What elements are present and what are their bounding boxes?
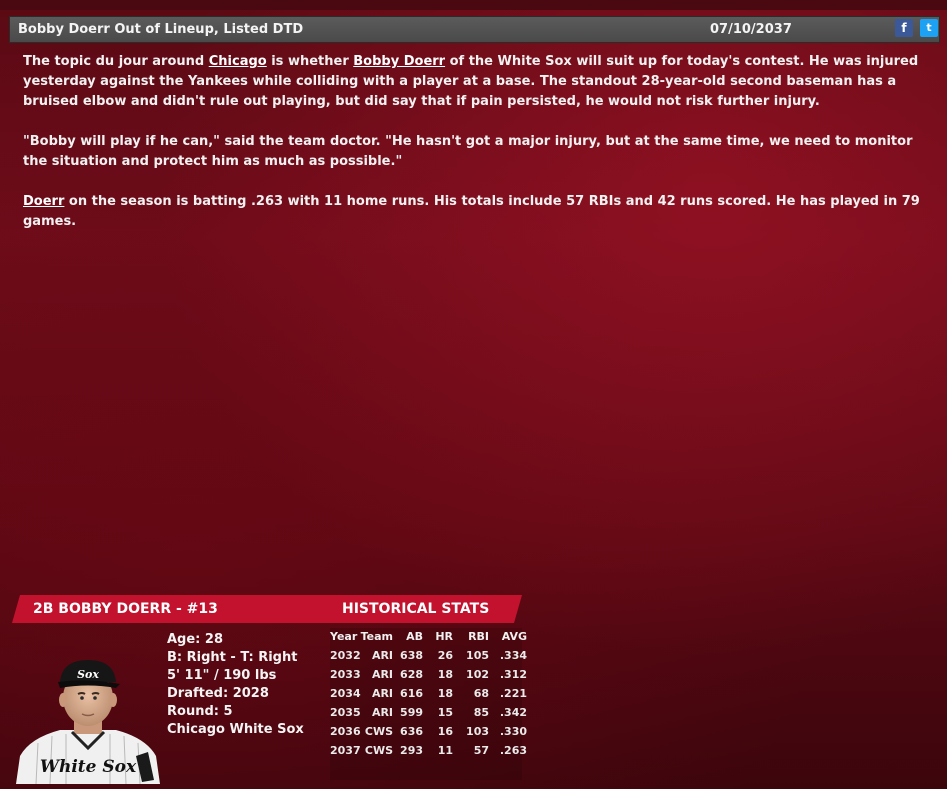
bio-bats-throws: B: Right - T: Right: [167, 650, 298, 665]
stat-team: ARI: [371, 687, 394, 700]
stat-year: 2037: [330, 744, 361, 757]
stats-header-row: Year Team AB HR RBI AVG: [328, 627, 527, 646]
stat-hr: 18: [437, 687, 454, 700]
twitter-icon[interactable]: t: [920, 19, 938, 37]
column-header-avg[interactable]: AVG: [489, 627, 527, 646]
stat-team: CWS: [364, 744, 394, 757]
article-text: is whether: [266, 54, 354, 69]
player-link-bobby-doerr[interactable]: Bobby Doerr: [353, 54, 445, 69]
cap-logo: Sox: [77, 668, 99, 681]
stat-ab: 599: [400, 706, 424, 719]
article-text: on the season is batting .263 with 11 ho…: [23, 194, 920, 229]
stats-row: 2035 ARI 599 15 85 .342: [328, 703, 527, 722]
bio-age: Age: 28: [167, 632, 223, 647]
top-strip: [0, 0, 947, 10]
stats-row: 2036 CWS 636 16 103 .330: [328, 722, 527, 741]
player-bio: Age: 28 B: Right - T: Right 5' 11" / 190…: [167, 631, 304, 739]
stat-hr: 16: [437, 725, 454, 738]
stat-rbi: 103: [466, 725, 490, 738]
stat-ab: 636: [400, 725, 424, 738]
bio-drafted: Drafted: 2028: [167, 686, 269, 701]
stat-avg: .221: [499, 687, 528, 700]
stat-ab: 628: [400, 668, 424, 681]
bio-round: Round: 5: [167, 704, 233, 719]
stat-avg: .330: [499, 725, 528, 738]
stat-rbi: 102: [466, 668, 490, 681]
stat-avg: .263: [499, 744, 528, 757]
column-header-team[interactable]: Team: [361, 627, 393, 646]
stat-hr: 26: [437, 649, 454, 662]
stat-year: 2032: [330, 649, 361, 662]
article-body: The topic du jour around Chicago is whet…: [23, 52, 935, 252]
stat-team: ARI: [371, 668, 394, 681]
player-photo[interactable]: White Sox Sox: [16, 648, 160, 784]
historical-stats-header: HISTORICAL STATS: [342, 601, 490, 617]
column-header-hr[interactable]: HR: [423, 627, 453, 646]
player-name-header[interactable]: 2B BOBBY DOERR - #13: [33, 601, 218, 617]
player-card-header: 2B BOBBY DOERR - #13 HISTORICAL STATS: [12, 595, 522, 623]
article-paragraph-2: "Bobby will play if he can," said the te…: [23, 134, 913, 169]
stats-row: 2034 ARI 616 18 68 .221: [328, 684, 527, 703]
stats-row: 2033 ARI 628 18 102 .312: [328, 665, 527, 684]
headline-bar: Bobby Doerr Out of Lineup, Listed DTD 07…: [9, 16, 940, 43]
stat-team: ARI: [371, 706, 394, 719]
team-link-chicago[interactable]: Chicago: [209, 54, 267, 69]
stat-rbi: 105: [466, 649, 490, 662]
stat-year: 2034: [330, 687, 361, 700]
headline-title: Bobby Doerr Out of Lineup, Listed DTD: [18, 22, 304, 37]
stats-row: 2032 ARI 638 26 105 .334: [328, 646, 527, 665]
column-header-ab[interactable]: AB: [393, 627, 423, 646]
stat-ab: 616: [400, 687, 424, 700]
player-link-doerr[interactable]: Doerr: [23, 194, 64, 209]
stat-avg: .334: [499, 649, 528, 662]
stat-hr: 18: [437, 668, 454, 681]
column-header-rbi[interactable]: RBI: [453, 627, 489, 646]
bio-height-weight: 5' 11" / 190 lbs: [167, 668, 277, 683]
stat-team: ARI: [371, 649, 394, 662]
headline-date: 07/10/2037: [710, 22, 792, 37]
stat-rbi: 57: [473, 744, 490, 757]
stat-avg: .342: [499, 706, 528, 719]
stat-year: 2033: [330, 668, 361, 681]
stats-row: 2037 CWS 293 11 57 .263: [328, 741, 527, 760]
stat-ab: 293: [400, 744, 424, 757]
article-text: The topic du jour around: [23, 54, 209, 69]
stat-ab: 638: [400, 649, 424, 662]
jersey-text: White Sox: [40, 757, 137, 777]
stat-rbi: 85: [473, 706, 490, 719]
stat-avg: .312: [499, 668, 528, 681]
bio-team[interactable]: Chicago White Sox: [167, 721, 304, 739]
stat-rbi: 68: [473, 687, 490, 700]
facebook-icon[interactable]: f: [895, 19, 913, 37]
stat-hr: 15: [437, 706, 454, 719]
column-header-year[interactable]: Year: [328, 627, 361, 646]
article-paragraph-3: Doerr on the season is batting .263 with…: [23, 192, 935, 232]
article-paragraph-1: The topic du jour around Chicago is whet…: [23, 52, 935, 112]
stat-hr: 11: [437, 744, 454, 757]
historical-stats-table: Year Team AB HR RBI AVG 2032 ARI 638 26 …: [328, 627, 527, 760]
stat-year: 2035: [330, 706, 361, 719]
stat-year: 2036: [330, 725, 361, 738]
stat-team: CWS: [364, 725, 394, 738]
